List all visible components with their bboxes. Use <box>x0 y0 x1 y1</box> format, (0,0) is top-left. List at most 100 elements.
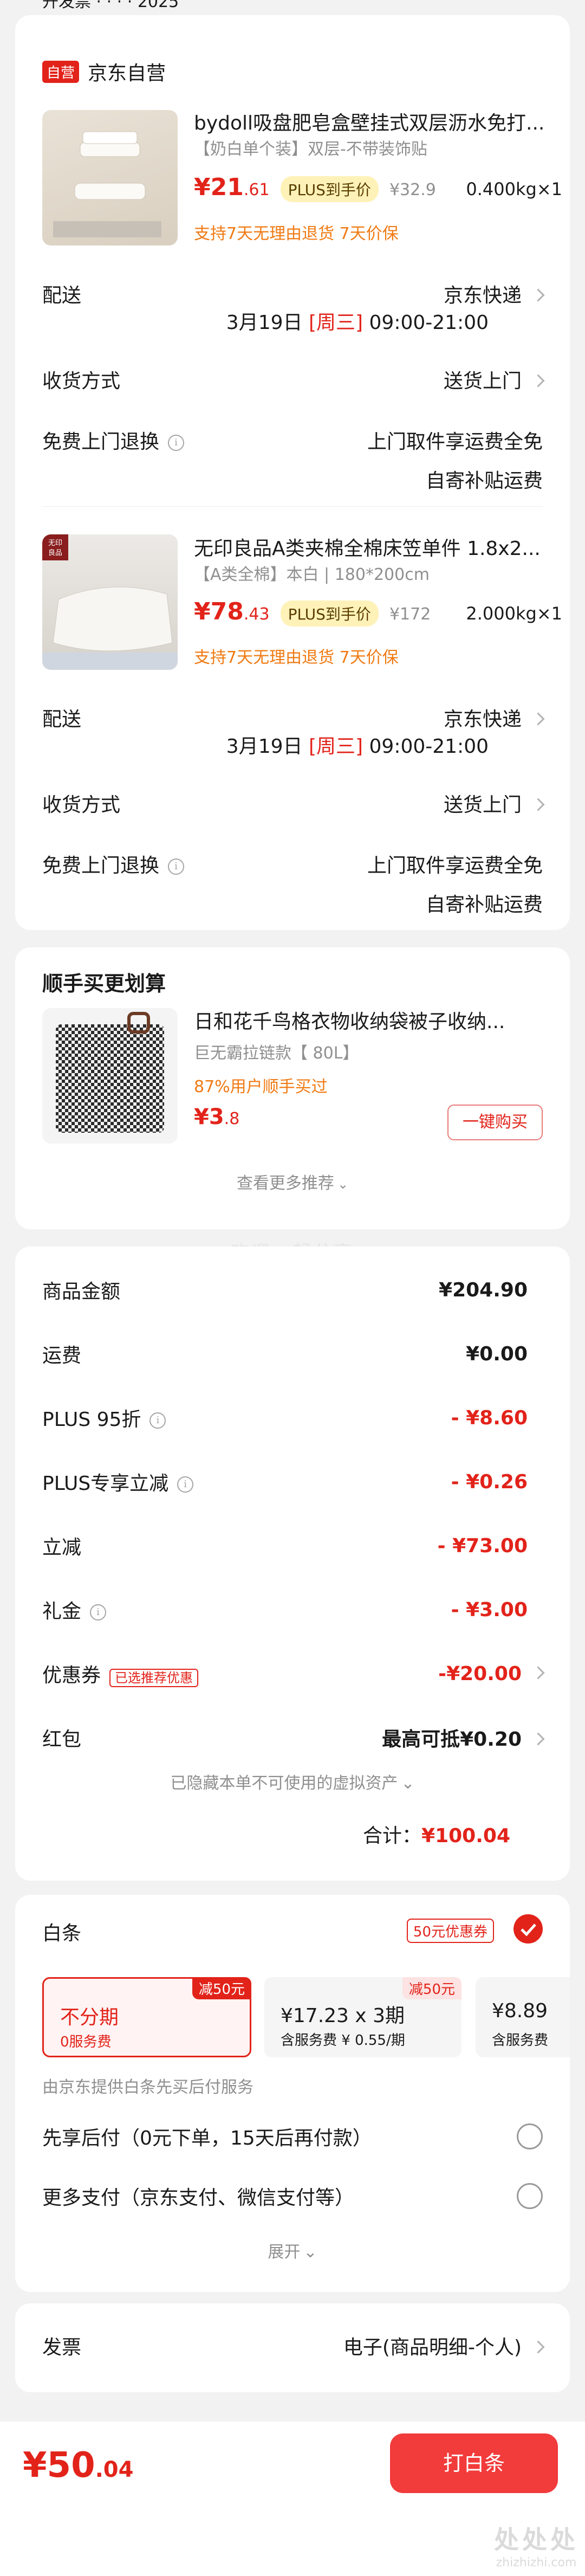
chevron-down-icon: ⌄ <box>401 1774 415 1793</box>
receive-label: 收货方式 <box>42 370 121 392</box>
summary-row[interactable]: 优惠券 已选推荐优惠 -¥20.00 <box>42 1660 545 1688</box>
more-payment-option[interactable]: 更多支付（京东支付、微信支付等） <box>42 2182 543 2210</box>
chevron-down-icon: ⌄ <box>303 2243 317 2262</box>
delivery-weekday: [周三] <box>308 312 363 334</box>
plan-title: ¥17.23 x 3期 <box>281 2005 405 2027</box>
summary-row[interactable]: 红包 最高可抵¥0.20 <box>42 1723 545 1752</box>
receive-label: 收货方式 <box>42 794 121 816</box>
delivery-label: 配送 <box>42 708 82 731</box>
product-image-storage-bag[interactable] <box>42 1008 178 1144</box>
summary-row-value: - ¥0.26 <box>451 1470 528 1493</box>
recommend-rate: 87%用户顺手买过 <box>194 1077 328 1096</box>
item-title[interactable]: 无印良品A类夹棉全棉床笠单件 1.8x2... <box>194 533 546 561</box>
invoice-label: 发票 <box>42 2336 82 2359</box>
radio-unchecked-icon[interactable] <box>517 2183 543 2209</box>
summary-row: PLUS 95折 i - ¥8.60 <box>42 1404 543 1432</box>
recommend-heading: 顺手买更划算 <box>42 972 166 996</box>
item-price-row: ¥78 .43 PLUS到手价 ¥172 2.000kg×1 <box>194 598 562 627</box>
expand-payment-toggle[interactable]: 展开 ⌄ <box>15 2238 570 2262</box>
coupon-tag[interactable]: 50元优惠券 <box>406 1919 494 1943</box>
summary-row-value: ¥204.90 <box>439 1279 528 1301</box>
return-policy-note: 支持7天无理由退货 7天价保 <box>194 648 399 667</box>
summary-row-value: - ¥73.00 <box>437 1534 528 1557</box>
return-policy-note: 支持7天无理由退货 7天价保 <box>194 224 399 243</box>
installment-plans: 减50元 不分期 0服务费 减50元 ¥17.23 x 3期 含服务费 ¥ 0.… <box>42 1977 570 2064</box>
store-card: 自营 京东自营 bydoll吸盘肥皂盒壁挂式双层沥水免打... 【奶白单个装】双… <box>15 15 570 930</box>
info-icon[interactable]: i <box>168 858 185 875</box>
free-return-label: 免费上门退换 i <box>42 426 185 454</box>
chevron-right-icon <box>531 797 545 811</box>
info-icon[interactable]: i <box>150 1412 166 1429</box>
free-return-label: 免费上门退换 i <box>42 850 185 878</box>
coupon-recommended-tag: 已选推荐优惠 <box>109 1668 199 1687</box>
item-price-row: ¥21 .61 PLUS到手价 ¥32.9 0.400kg×1 <box>194 173 562 202</box>
product-image-mattress[interactable]: 无印 良品 <box>42 534 178 670</box>
chevron-right-icon <box>531 1666 545 1680</box>
plan-sub: 含服务费 ¥ 0.55/期 <box>281 2032 405 2049</box>
delivery-row[interactable]: 配送 京东快递 <box>42 280 545 308</box>
summary-row-value: ¥0.00 <box>466 1342 528 1365</box>
receive-method-row[interactable]: 收货方式 送货上门 <box>42 365 545 393</box>
receive-value[interactable]: 送货上门 <box>444 789 545 817</box>
invoice-value[interactable]: 电子(商品明细-个人) <box>343 2332 545 2360</box>
weight-quantity: 2.000kg×1 <box>466 603 562 624</box>
site-watermark: 处处处 zhizhizhi.com <box>494 2525 578 2569</box>
delivery-time: 09:00-21:00 <box>369 735 489 758</box>
plan-6-months[interactable]: ¥8.89 含服务费 <box>476 1977 570 2057</box>
receive-value[interactable]: 送货上门 <box>444 365 545 393</box>
recommend-title[interactable]: 日和花千鸟格衣物收纳袋被子收纳... <box>194 1006 551 1034</box>
receive-method-row[interactable]: 收货方式 送货上门 <box>42 789 545 817</box>
delivery-date-row: 3月19日 [周三] 09:00-21:00 <box>226 731 489 759</box>
summary-row-label: 礼金 i <box>42 1596 107 1624</box>
item-title[interactable]: bydoll吸盘肥皂盒壁挂式双层沥水免打... <box>194 107 546 135</box>
delivery-label: 配送 <box>42 285 82 307</box>
summary-row-label: 优惠券 已选推荐优惠 <box>42 1660 199 1688</box>
info-icon[interactable]: i <box>177 1476 194 1493</box>
summary-row-label: 商品金额 <box>42 1281 121 1303</box>
pay-later-option[interactable]: 先享后付（0元下单，15天后再付款） <box>42 2122 543 2151</box>
plan-discount-tag: 减50元 <box>402 1977 461 1999</box>
summary-row-value[interactable]: -¥20.00 <box>438 1663 545 1685</box>
plan-no-installment[interactable]: 减50元 不分期 0服务费 <box>42 1977 251 2057</box>
top-partial-text: 开发票 · · · · 2025 <box>42 0 179 11</box>
plan-3-months[interactable]: 减50元 ¥17.23 x 3期 含服务费 ¥ 0.55/期 <box>264 1977 461 2057</box>
summary-row-value: - ¥8.60 <box>451 1406 528 1429</box>
item-spec: 【A类全棉】本白 | 180*200cm <box>194 565 430 584</box>
svg-text:良品: 良品 <box>48 548 62 557</box>
weight-quantity: 0.400kg×1 <box>466 179 562 199</box>
pay-baitiao-button[interactable]: 打白条 <box>390 2433 558 2493</box>
original-price: ¥32.9 <box>389 180 436 199</box>
storage-bag-illustration <box>56 1012 164 1133</box>
item-price-int: ¥78 <box>194 598 244 625</box>
summary-row-value[interactable]: 最高可抵¥0.20 <box>382 1723 545 1752</box>
summary-row-label: 运费 <box>42 1345 82 1367</box>
delivery-date-row: 3月19日 [周三] 09:00-21:00 <box>226 307 489 335</box>
one-click-buy-button[interactable]: 一键购买 <box>447 1105 543 1140</box>
delivery-weekday: [周三] <box>308 735 363 758</box>
delivery-value[interactable]: 京东快递 <box>444 280 545 308</box>
delivery-value[interactable]: 京东快递 <box>444 703 545 732</box>
hidden-assets-toggle[interactable]: 已隐藏本单不可使用的虚拟资产 ⌄ <box>15 1770 570 1793</box>
info-icon[interactable]: i <box>168 435 185 451</box>
payment-card: 白条 50元优惠券 减50元 不分期 0服务费 减50元 ¥17.23 x 3期… <box>15 1895 570 2292</box>
self-operated-badge: 自营 <box>42 60 80 83</box>
plan-title: ¥8.89 <box>492 2000 548 2022</box>
invoice-row[interactable]: 发票 电子(商品明细-个人) <box>42 2332 545 2360</box>
product-image-soap-dish[interactable] <box>42 110 178 246</box>
item-price-dec: .43 <box>243 605 270 624</box>
radio-unchecked-icon[interactable] <box>517 2123 543 2149</box>
chevron-right-icon <box>531 2340 545 2354</box>
total-value: ¥100.04 <box>421 1825 510 1847</box>
delivery-row[interactable]: 配送 京东快递 <box>42 703 545 732</box>
bottom-bar: ¥50.04 打白条 处处处 zhizhizhi.com <box>0 2422 585 2576</box>
summary-row: PLUS专享立减 i - ¥0.26 <box>42 1468 543 1496</box>
invoice-card[interactable]: 发票 电子(商品明细-个人) <box>15 2303 570 2392</box>
chevron-right-icon <box>531 712 545 726</box>
baitiao-checked-icon[interactable] <box>514 1914 543 1944</box>
free-return-row: 免费上门退换 i 上门取件享运费全免 自寄补贴运费 <box>42 426 543 493</box>
see-more-recommend[interactable]: 查看更多推荐 ⌄ <box>15 1170 570 1193</box>
info-icon[interactable]: i <box>90 1604 107 1621</box>
plan-sub: 0服务费 <box>60 2034 112 2050</box>
bottom-total: ¥50.04 <box>23 2445 134 2485</box>
summary-row: 运费 ¥0.00 <box>42 1340 543 1368</box>
